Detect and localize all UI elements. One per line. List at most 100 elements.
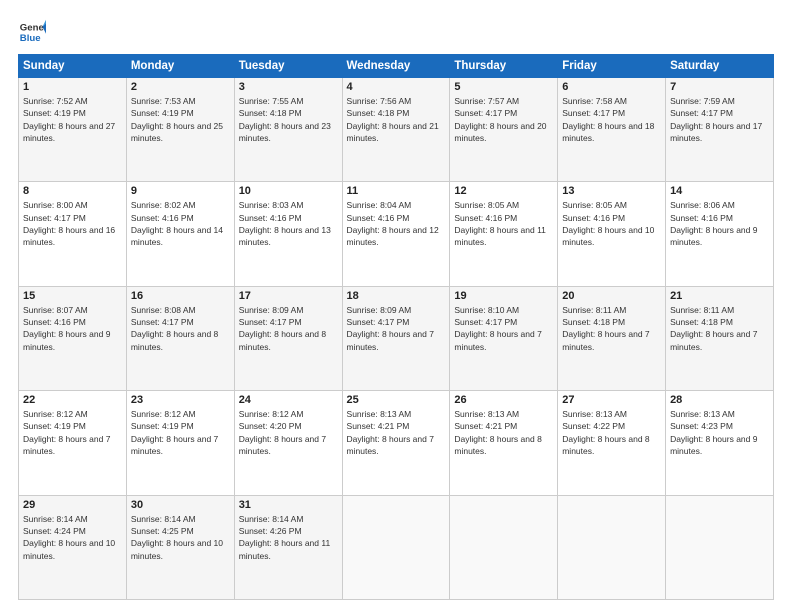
day-info: Sunrise: 8:12 AMSunset: 4:19 PMDaylight:… (23, 408, 122, 457)
day-info: Sunrise: 8:11 AMSunset: 4:18 PMDaylight:… (670, 304, 769, 353)
calendar-body: 1 Sunrise: 7:52 AMSunset: 4:19 PMDaylight… (19, 78, 774, 600)
day-number: 26 (454, 394, 553, 406)
day-number: 15 (23, 290, 122, 302)
day-number: 4 (347, 81, 446, 93)
day-cell: 7Sunrise: 7:59 AMSunset: 4:17 PMDaylight… (666, 78, 774, 182)
header: General Blue (18, 18, 774, 46)
day-number: 1 (23, 81, 122, 93)
day-info: Sunrise: 8:07 AMSunset: 4:16 PMDaylight:… (23, 304, 122, 353)
day-info: Sunrise: 8:14 AMSunset: 4:24 PMDaylight:… (23, 513, 122, 562)
day-info: Sunrise: 7:56 AMSunset: 4:18 PMDaylight:… (347, 95, 446, 144)
day-info: Sunrise: 8:10 AMSunset: 4:17 PMDaylight:… (454, 304, 553, 353)
day-cell (666, 495, 774, 599)
day-info: Sunrise: 8:00 AMSunset: 4:17 PMDaylight:… (23, 199, 122, 248)
day-info: Sunrise: 8:12 AMSunset: 4:20 PMDaylight:… (239, 408, 338, 457)
day-cell: 14Sunrise: 8:06 AMSunset: 4:16 PMDayligh… (666, 182, 774, 286)
day-cell: 22 Sunrise: 8:12 AMSunset: 4:19 PMDayligh… (19, 391, 127, 495)
day-info: Sunrise: 8:06 AMSunset: 4:16 PMDaylight:… (670, 199, 769, 248)
day-info: Sunrise: 8:05 AMSunset: 4:16 PMDaylight:… (454, 199, 553, 248)
day-info: Sunrise: 8:14 AMSunset: 4:26 PMDaylight:… (239, 513, 338, 562)
day-number: 24 (239, 394, 338, 406)
day-info: Sunrise: 8:09 AMSunset: 4:17 PMDaylight:… (239, 304, 338, 353)
day-number: 6 (562, 81, 661, 93)
day-info: Sunrise: 8:13 AMSunset: 4:22 PMDaylight:… (562, 408, 661, 457)
day-number: 27 (562, 394, 661, 406)
day-info: Sunrise: 8:05 AMSunset: 4:16 PMDaylight:… (562, 199, 661, 248)
weekday-wednesday: Wednesday (342, 55, 450, 78)
day-number: 8 (23, 185, 122, 197)
weekday-thursday: Thursday (450, 55, 558, 78)
day-info: Sunrise: 7:58 AMSunset: 4:17 PMDaylight:… (562, 95, 661, 144)
week-row-5: 29 Sunrise: 8:14 AMSunset: 4:24 PMDayligh… (19, 495, 774, 599)
day-number: 12 (454, 185, 553, 197)
day-info: Sunrise: 8:13 AMSunset: 4:21 PMDaylight:… (347, 408, 446, 457)
day-cell: 29 Sunrise: 8:14 AMSunset: 4:24 PMDayligh… (19, 495, 127, 599)
svg-text:General: General (20, 22, 46, 33)
day-info: Sunrise: 8:11 AMSunset: 4:18 PMDaylight:… (562, 304, 661, 353)
calendar-table: SundayMondayTuesdayWednesdayThursdayFrid… (18, 54, 774, 600)
weekday-saturday: Saturday (666, 55, 774, 78)
day-number: 17 (239, 290, 338, 302)
day-info: Sunrise: 8:03 AMSunset: 4:16 PMDaylight:… (239, 199, 338, 248)
day-number: 30 (131, 499, 230, 511)
week-row-4: 22 Sunrise: 8:12 AMSunset: 4:19 PMDayligh… (19, 391, 774, 495)
day-number: 2 (131, 81, 230, 93)
day-info: Sunrise: 8:13 AMSunset: 4:21 PMDaylight:… (454, 408, 553, 457)
svg-text:Blue: Blue (20, 33, 41, 44)
week-row-3: 15 Sunrise: 8:07 AMSunset: 4:16 PMDayligh… (19, 286, 774, 390)
calendar-page: General Blue SundayMondayTuesdayWednesda… (0, 0, 792, 612)
day-info: Sunrise: 8:12 AMSunset: 4:19 PMDaylight:… (131, 408, 230, 457)
day-cell: 5 Sunrise: 7:57 AMSunset: 4:17 PMDaylight… (450, 78, 558, 182)
week-row-2: 8 Sunrise: 8:00 AMSunset: 4:17 PMDaylight… (19, 182, 774, 286)
day-info: Sunrise: 8:02 AMSunset: 4:16 PMDaylight:… (131, 199, 230, 248)
day-cell: 20Sunrise: 8:11 AMSunset: 4:18 PMDayligh… (558, 286, 666, 390)
day-cell: 3 Sunrise: 7:55 AMSunset: 4:18 PMDaylight… (234, 78, 342, 182)
day-info: Sunrise: 8:08 AMSunset: 4:17 PMDaylight:… (131, 304, 230, 353)
day-cell (342, 495, 450, 599)
day-info: Sunrise: 7:57 AMSunset: 4:17 PMDaylight:… (454, 95, 553, 144)
day-cell: 21 Sunrise: 8:11 AMSunset: 4:18 PMDayligh… (666, 286, 774, 390)
day-info: Sunrise: 7:52 AMSunset: 4:19 PMDaylight:… (23, 95, 122, 144)
weekday-sunday: Sunday (19, 55, 127, 78)
day-number: 19 (454, 290, 553, 302)
day-cell: 16 Sunrise: 8:08 AMSunset: 4:17 PMDayligh… (126, 286, 234, 390)
day-cell: 6 Sunrise: 7:58 AMSunset: 4:17 PMDaylight… (558, 78, 666, 182)
day-number: 11 (347, 185, 446, 197)
day-cell: 9 Sunrise: 8:02 AMSunset: 4:16 PMDaylight… (126, 182, 234, 286)
day-number: 21 (670, 290, 769, 302)
day-cell: 4 Sunrise: 7:56 AMSunset: 4:18 PMDaylight… (342, 78, 450, 182)
day-cell: 24 Sunrise: 8:12 AMSunset: 4:20 PMDayligh… (234, 391, 342, 495)
day-cell: 8 Sunrise: 8:00 AMSunset: 4:17 PMDaylight… (19, 182, 127, 286)
day-cell: 26 Sunrise: 8:13 AMSunset: 4:21 PMDayligh… (450, 391, 558, 495)
weekday-monday: Monday (126, 55, 234, 78)
day-info: Sunrise: 8:04 AMSunset: 4:16 PMDaylight:… (347, 199, 446, 248)
day-number: 3 (239, 81, 338, 93)
day-number: 9 (131, 185, 230, 197)
day-cell: 2 Sunrise: 7:53 AMSunset: 4:19 PMDaylight… (126, 78, 234, 182)
weekday-tuesday: Tuesday (234, 55, 342, 78)
day-info: Sunrise: 8:09 AMSunset: 4:17 PMDaylight:… (347, 304, 446, 353)
day-cell: 11 Sunrise: 8:04 AMSunset: 4:16 PMDayligh… (342, 182, 450, 286)
weekday-header-row: SundayMondayTuesdayWednesdayThursdayFrid… (19, 55, 774, 78)
day-cell: 31 Sunrise: 8:14 AMSunset: 4:26 PMDayligh… (234, 495, 342, 599)
day-number: 16 (131, 290, 230, 302)
week-row-1: 1 Sunrise: 7:52 AMSunset: 4:19 PMDaylight… (19, 78, 774, 182)
day-info: Sunrise: 7:59 AMSunset: 4:17 PMDaylight:… (670, 95, 769, 144)
day-number: 22 (23, 394, 122, 406)
day-cell: 12 Sunrise: 8:05 AMSunset: 4:16 PMDayligh… (450, 182, 558, 286)
logo: General Blue (18, 18, 46, 46)
day-info: Sunrise: 7:55 AMSunset: 4:18 PMDaylight:… (239, 95, 338, 144)
day-cell: 25 Sunrise: 8:13 AMSunset: 4:21 PMDayligh… (342, 391, 450, 495)
day-number: 31 (239, 499, 338, 511)
day-cell: 23 Sunrise: 8:12 AMSunset: 4:19 PMDayligh… (126, 391, 234, 495)
weekday-friday: Friday (558, 55, 666, 78)
day-info: Sunrise: 7:53 AMSunset: 4:19 PMDaylight:… (131, 95, 230, 144)
day-number: 29 (23, 499, 122, 511)
day-cell: 13Sunrise: 8:05 AMSunset: 4:16 PMDayligh… (558, 182, 666, 286)
day-number: 25 (347, 394, 446, 406)
day-number: 23 (131, 394, 230, 406)
day-number: 18 (347, 290, 446, 302)
day-cell: 19 Sunrise: 8:10 AMSunset: 4:17 PMDayligh… (450, 286, 558, 390)
day-number: 5 (454, 81, 553, 93)
day-cell: 27 Sunrise: 8:13 AMSunset: 4:22 PMDayligh… (558, 391, 666, 495)
